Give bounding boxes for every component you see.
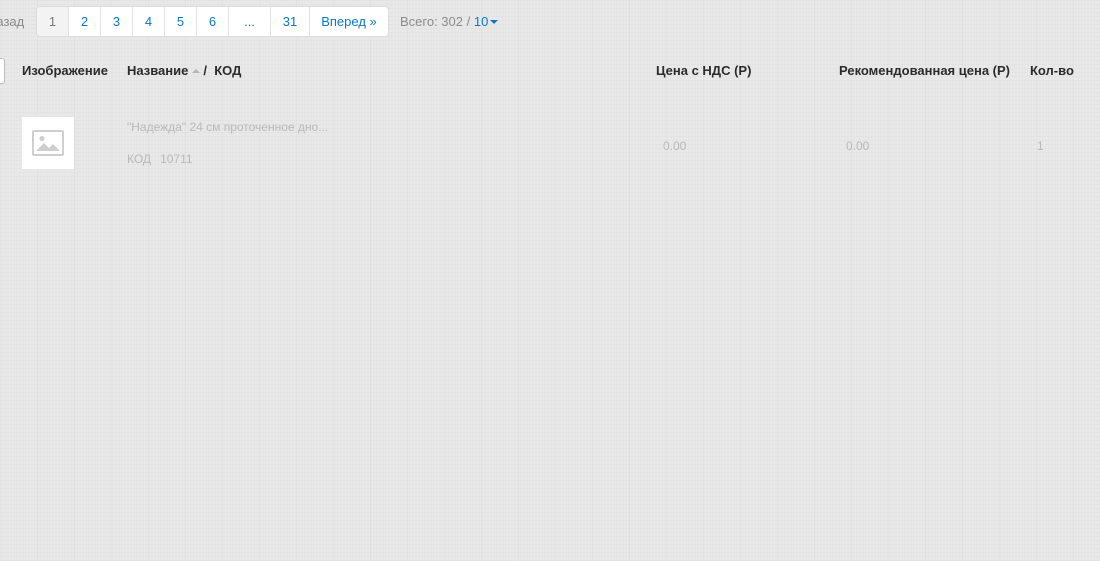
product-code-label: КОД bbox=[127, 152, 152, 166]
page-3-link[interactable]: 3 bbox=[100, 7, 132, 36]
product-code-value: 10711 bbox=[160, 152, 193, 166]
per-page-dropdown[interactable]: 10 bbox=[473, 14, 499, 29]
next-page-link[interactable]: Вперед » bbox=[309, 7, 388, 36]
page-6-link[interactable]: 6 bbox=[196, 7, 228, 36]
column-header-price[interactable]: Цена с НДС (Р) bbox=[656, 63, 751, 78]
product-name-link[interactable]: "Надежда" 24 см проточенное дно... bbox=[127, 120, 328, 134]
per-page-value: 10 bbox=[473, 14, 489, 29]
header-separator: / bbox=[203, 63, 207, 78]
column-header-name-code: Название / КОД bbox=[127, 63, 241, 78]
page-31-link[interactable]: 31 bbox=[270, 7, 309, 36]
product-thumbnail[interactable] bbox=[22, 117, 74, 169]
sort-by-code-link[interactable]: КОД bbox=[214, 63, 241, 78]
prev-page-link[interactable]: Назад bbox=[0, 6, 36, 37]
total-count: Всего: 302 / 10 bbox=[400, 6, 499, 37]
page-ellipsis-link[interactable]: ... bbox=[228, 7, 270, 36]
product-quantity: 1 bbox=[1037, 139, 1044, 153]
product-code: КОД 10711 bbox=[127, 152, 193, 166]
page-1-link[interactable]: 1 bbox=[37, 7, 68, 36]
pagination-bar: Назад 1 2 3 4 5 6 ... 31 Вперед » Всего:… bbox=[0, 6, 499, 37]
column-header-quantity[interactable]: Кол-во bbox=[1030, 63, 1074, 78]
pagination: 1 2 3 4 5 6 ... 31 Вперед » bbox=[36, 6, 389, 37]
sort-by-name-link[interactable]: Название bbox=[127, 63, 188, 78]
page-5-link[interactable]: 5 bbox=[164, 7, 196, 36]
page-4-link[interactable]: 4 bbox=[132, 7, 164, 36]
select-all-checkbox[interactable] bbox=[0, 58, 5, 84]
image-placeholder-icon bbox=[32, 130, 64, 156]
sort-ascending-icon bbox=[192, 68, 201, 73]
column-header-image: Изображение bbox=[22, 63, 108, 78]
total-label: Всего: 302 / bbox=[400, 14, 471, 29]
product-price: 0.00 bbox=[663, 139, 687, 153]
page-2-link[interactable]: 2 bbox=[68, 7, 100, 36]
caret-down-icon bbox=[490, 19, 499, 24]
product-recommended-price: 0.00 bbox=[846, 139, 870, 153]
column-header-recommended-price[interactable]: Рекомендованная цена (Р) bbox=[839, 63, 1010, 78]
